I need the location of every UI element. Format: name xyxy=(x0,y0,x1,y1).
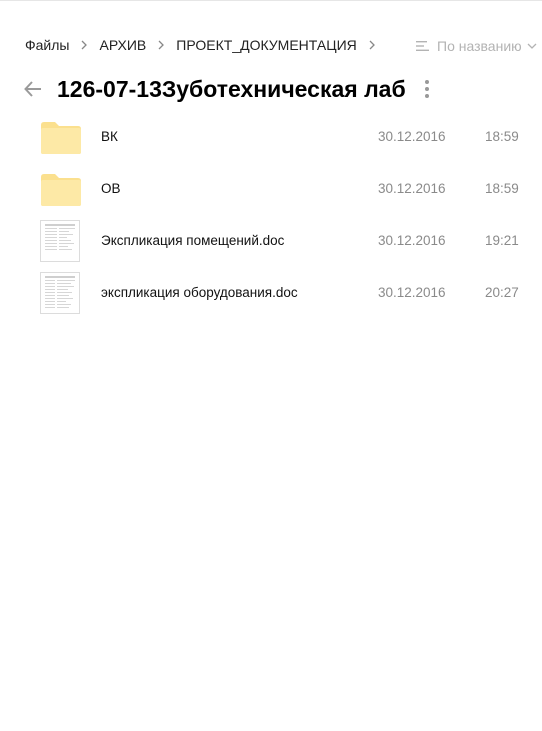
file-name: экспликация оборудования.doc xyxy=(101,285,298,300)
file-name: ОВ xyxy=(101,181,121,196)
breadcrumb-item-files[interactable]: Файлы xyxy=(25,37,69,53)
file-time: 19:21 xyxy=(485,233,519,248)
list-item[interactable]: ОВ 30.12.2016 18:59 xyxy=(40,164,530,216)
file-time: 18:59 xyxy=(485,129,519,144)
breadcrumb-item-project-docs[interactable]: ПРОЕКТ_ДОКУМЕНТАЦИЯ xyxy=(176,37,356,53)
sort-lines-icon xyxy=(416,40,430,52)
file-date: 30.12.2016 xyxy=(378,233,446,248)
top-border xyxy=(0,0,542,1)
title-row: 126-07-13Зуботехническая лаб xyxy=(22,72,432,106)
more-options-icon[interactable] xyxy=(422,77,432,101)
list-item[interactable]: ВК 30.12.2016 18:59 xyxy=(40,112,530,164)
file-date: 30.12.2016 xyxy=(378,181,446,196)
chevron-right-icon xyxy=(69,40,99,50)
file-time: 20:27 xyxy=(485,285,519,300)
breadcrumb: Файлы АРХИВ ПРОЕКТ_ДОКУМЕНТАЦИЯ xyxy=(25,35,387,55)
file-name: ВК xyxy=(101,129,118,144)
folder-icon xyxy=(40,121,82,155)
list-item[interactable]: экспликация оборудования.doc 30.12.2016 … xyxy=(40,268,530,320)
sort-label: По названию xyxy=(437,38,522,54)
file-date: 30.12.2016 xyxy=(378,285,446,300)
file-list: ВК 30.12.2016 18:59 ОВ 30.12.2016 18:59 xyxy=(40,112,530,320)
sort-dropdown[interactable]: По названию xyxy=(416,36,537,56)
file-name: Экспликация помещений.doc xyxy=(101,233,285,248)
list-item[interactable]: Экспликация помещений.doc 30.12.2016 19:… xyxy=(40,216,530,268)
chevron-down-icon xyxy=(527,43,537,49)
document-thumbnail xyxy=(40,220,80,262)
page-title: 126-07-13Зуботехническая лаб xyxy=(57,75,406,102)
back-arrow-icon[interactable] xyxy=(22,78,44,100)
chevron-right-icon xyxy=(357,40,387,50)
chevron-right-icon xyxy=(146,40,176,50)
file-date: 30.12.2016 xyxy=(378,129,446,144)
file-time: 18:59 xyxy=(485,181,519,196)
folder-icon xyxy=(40,173,82,207)
breadcrumb-item-archive[interactable]: АРХИВ xyxy=(99,37,146,53)
document-thumbnail xyxy=(40,272,80,314)
